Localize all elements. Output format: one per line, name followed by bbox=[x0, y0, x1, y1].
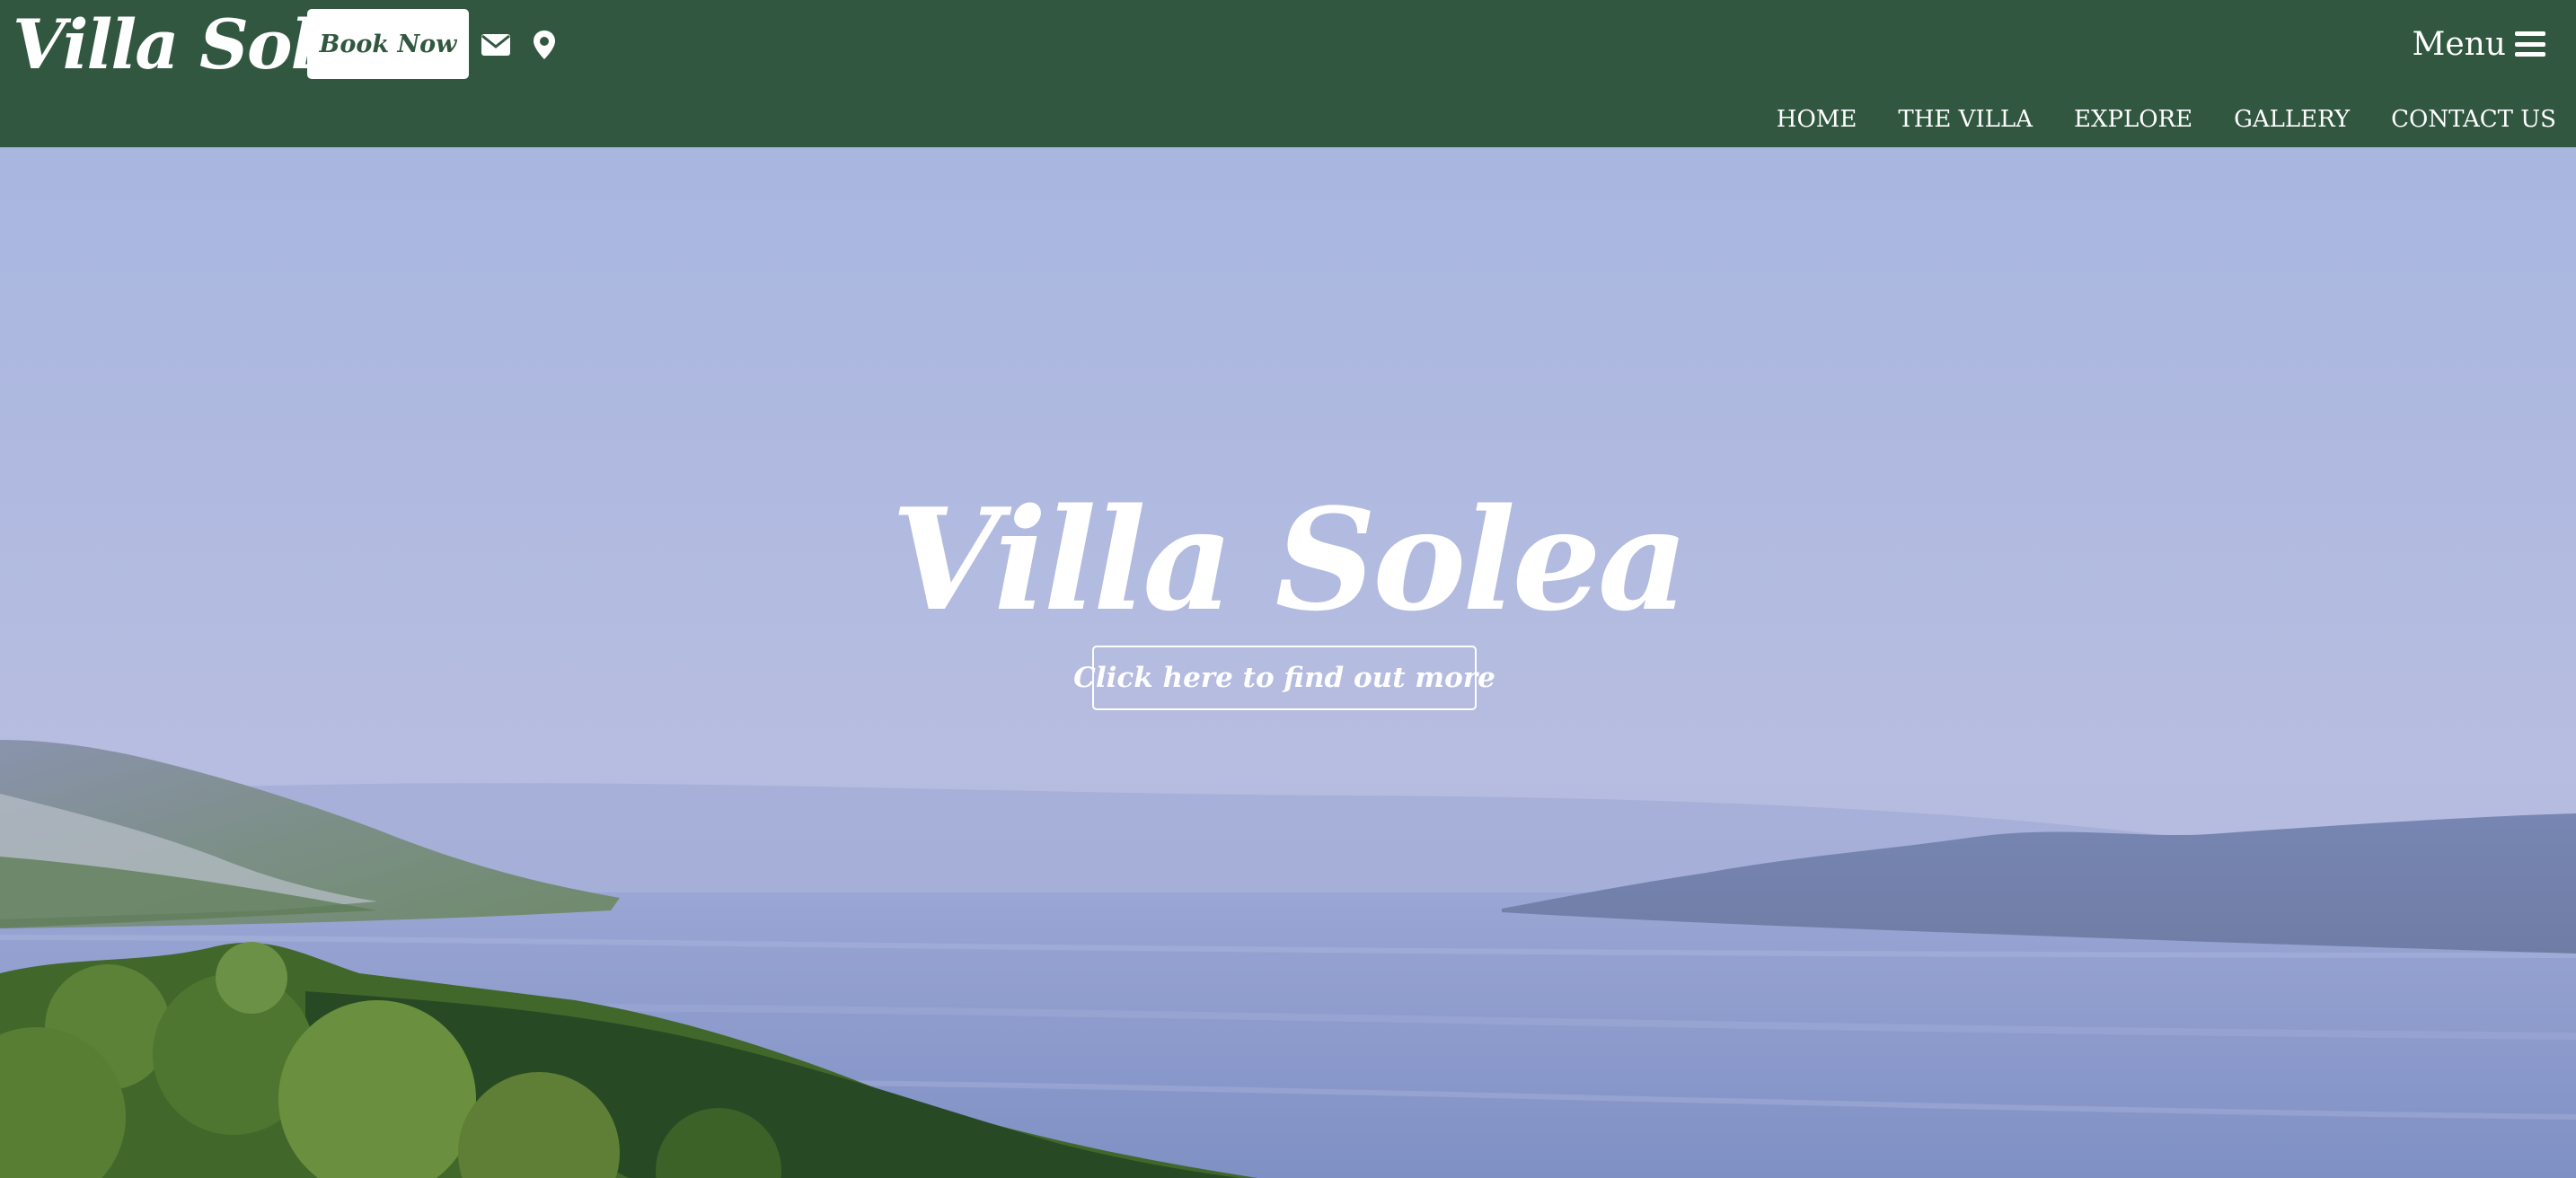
hero-section: Villa Solea Click here to find out more bbox=[0, 147, 2576, 1178]
nav-home[interactable]: HOME bbox=[1777, 106, 1857, 133]
map-pin-icon[interactable] bbox=[526, 27, 562, 63]
nav-gallery[interactable]: GALLERY bbox=[2234, 106, 2350, 133]
hamburger-icon bbox=[2515, 31, 2545, 57]
hero-title: Villa Solea bbox=[891, 478, 1689, 642]
nav-explore[interactable]: EXPLORE bbox=[2074, 106, 2192, 133]
book-now-button[interactable]: Book Now bbox=[307, 9, 469, 79]
nav-contact-us[interactable]: CONTACT US bbox=[2391, 106, 2556, 133]
nav-the-villa[interactable]: THE VILLA bbox=[1898, 106, 2033, 133]
envelope-icon[interactable] bbox=[478, 27, 514, 63]
menu-label: Menu bbox=[2412, 25, 2506, 63]
menu-button[interactable]: Menu bbox=[2412, 20, 2545, 68]
site-header: Villa Solea Book Now Menu HOME THE VILLA… bbox=[0, 0, 2576, 147]
main-nav: HOME THE VILLA EXPLORE GALLERY CONTACT U… bbox=[1735, 106, 2556, 133]
find-out-more-button[interactable]: Click here to find out more bbox=[1073, 646, 1495, 710]
